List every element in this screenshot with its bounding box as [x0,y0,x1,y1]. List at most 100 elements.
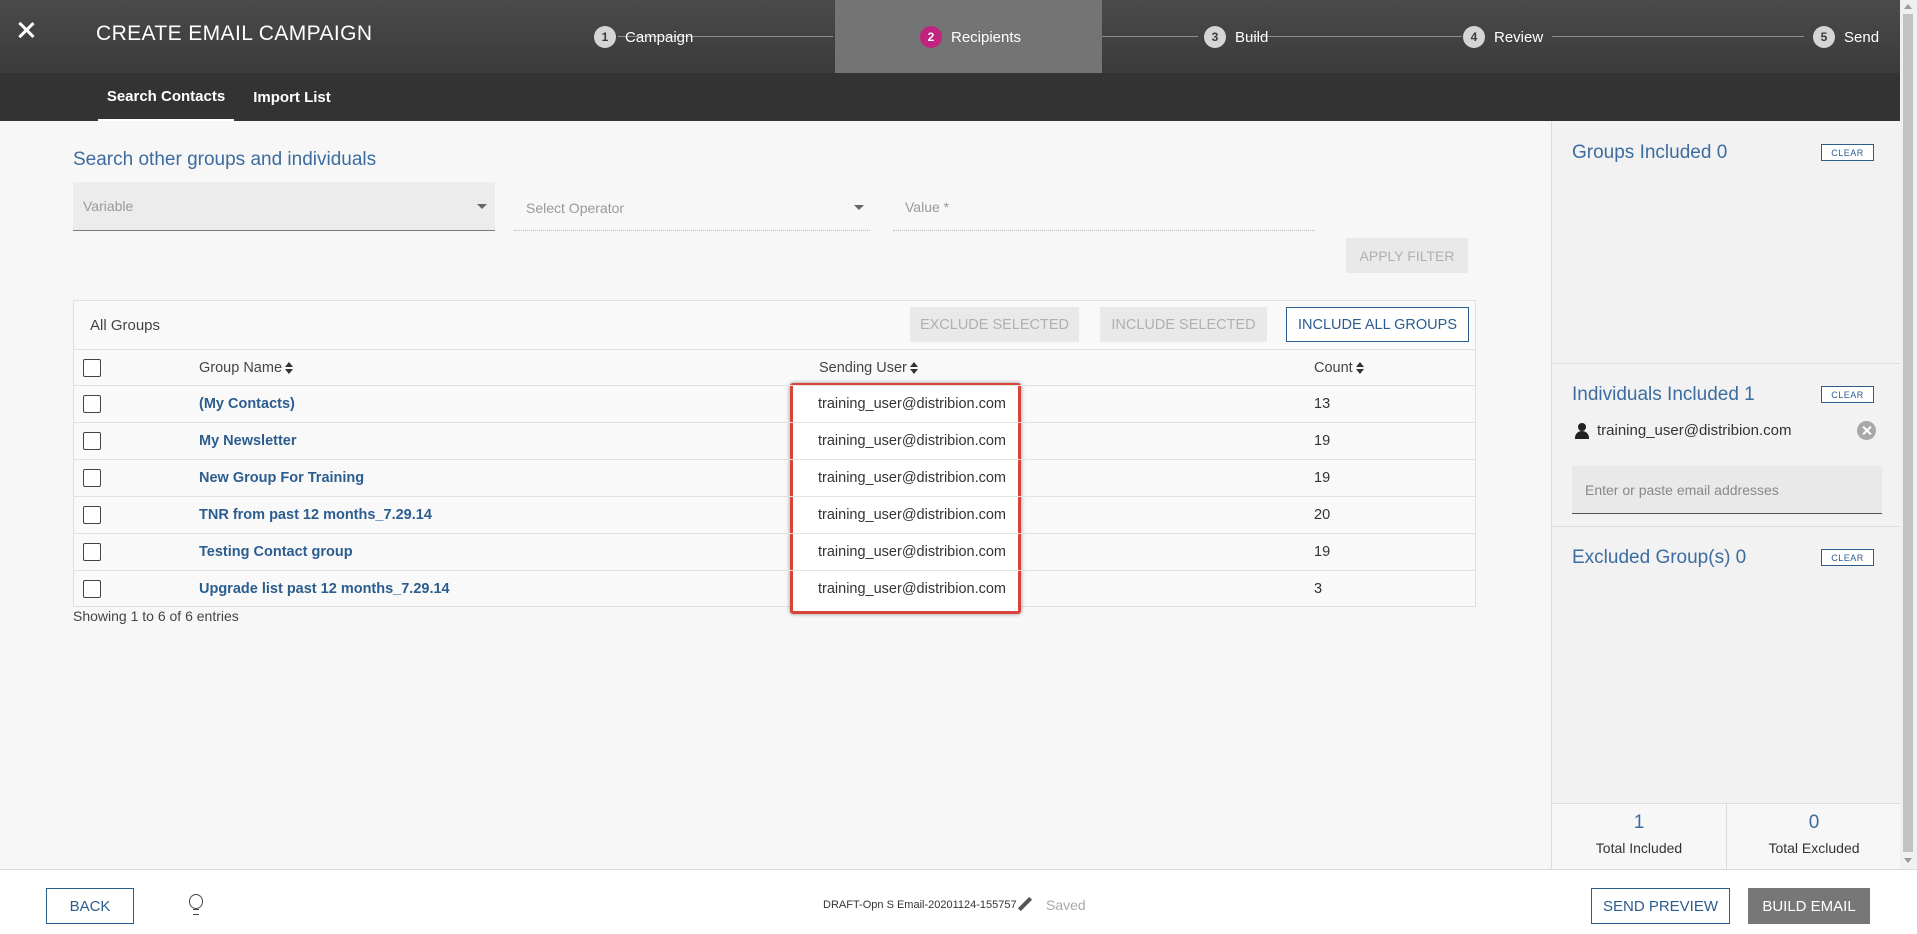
table-entries-info: Showing 1 to 6 of 6 entries [73,608,239,624]
sending-user: training_user@distribion.com [818,544,1006,560]
sending-user: training_user@distribion.com [818,470,1006,486]
sending-user: training_user@distribion.com [818,433,1006,449]
group-count: 20 [1314,507,1331,523]
top-header: CREATE EMAIL CAMPAIGN 1 Campaign 2 Recip… [0,0,1900,73]
scroll-down-icon[interactable] [1904,858,1912,863]
step-label: Build [1235,28,1269,46]
clear-excluded-button[interactable]: CLEAR [1821,549,1874,566]
table-row: Upgrade list past 12 months_7.29.14 trai… [74,570,1475,607]
table-row: My Newsletter training_user@distribion.c… [74,422,1475,459]
include-selected-button[interactable]: INCLUDE SELECTED [1100,307,1267,342]
variable-select[interactable]: Variable [73,182,495,231]
recipients-summary-panel: Groups Included 0 CLEAR Individuals Incl… [1551,121,1901,870]
sending-user: training_user@distribion.com [818,507,1006,523]
vertical-scrollbar[interactable] [1900,0,1917,869]
person-icon [1575,423,1589,439]
group-name-link[interactable]: My Newsletter [199,433,297,449]
divider [1552,526,1901,527]
table-row: TNR from past 12 months_7.29.14 training… [74,496,1475,533]
step-number: 1 [594,26,616,48]
row-checkbox[interactable] [83,543,101,561]
total-excluded-label: Total Excluded [1768,840,1860,856]
page-title: CREATE EMAIL CAMPAIGN [96,22,373,45]
back-button[interactable]: BACK [46,888,134,924]
value-input[interactable] [893,184,1315,231]
sort-icon [1355,362,1364,375]
step-campaign[interactable]: 1 Campaign [594,26,693,48]
tab-search-contacts[interactable]: Search Contacts [98,73,234,121]
apply-filter-button[interactable]: APPLY FILTER [1346,238,1468,273]
total-excluded-value: 0 [1808,812,1820,833]
row-checkbox[interactable] [83,580,101,598]
column-header-group-name[interactable]: Group Name [199,360,294,376]
row-checkbox[interactable] [83,469,101,487]
footer-bar: BACK DRAFT-Opn S Email-20201124-155757 S… [0,869,1917,934]
row-checkbox[interactable] [83,432,101,450]
step-label: Review [1494,28,1544,46]
excluded-groups-title: Excluded Group(s) 0 [1572,547,1747,568]
include-all-groups-button[interactable]: INCLUDE ALL GROUPS [1286,307,1469,342]
groups-table-title: All Groups [90,317,161,334]
groups-included-title: Groups Included 0 [1572,142,1728,163]
group-name-link[interactable]: (My Contacts) [199,396,295,412]
chevron-down-icon [854,205,864,210]
operator-select[interactable]: Select Operator [514,184,870,231]
row-checkbox[interactable] [83,506,101,524]
total-included-value: 1 [1633,812,1645,833]
group-count: 13 [1314,396,1331,412]
draft-name: DRAFT-Opn S Email-20201124-155757 [823,899,1017,911]
divider [1552,363,1901,364]
clear-individuals-button[interactable]: CLEAR [1821,386,1874,403]
clear-groups-button[interactable]: CLEAR [1821,144,1874,161]
column-label: Count [1314,360,1353,376]
step-number: 2 [920,26,942,48]
step-build[interactable]: 3 Build [1204,26,1268,48]
build-email-button[interactable]: BUILD EMAIL [1748,888,1870,924]
total-included: 1 Total Included [1552,804,1726,870]
tab-import-list[interactable]: Import List [250,73,334,121]
scroll-thumb[interactable] [1903,14,1913,852]
exclude-selected-button[interactable]: EXCLUDE SELECTED [910,307,1079,342]
lightbulb-icon[interactable] [188,894,204,916]
step-number: 5 [1813,26,1835,48]
search-section-title: Search other groups and individuals [73,149,377,170]
close-icon[interactable] [14,18,38,42]
step-number: 3 [1204,26,1226,48]
email-addresses-input[interactable] [1572,466,1882,514]
step-send[interactable]: 5 Send [1813,26,1879,48]
step-label: Campaign [625,28,694,46]
group-name-link[interactable]: TNR from past 12 months_7.29.14 [199,507,432,523]
sending-user: training_user@distribion.com [818,581,1006,597]
column-header-sending-user[interactable]: Sending User [819,360,918,376]
operator-placeholder: Select Operator [526,200,625,216]
step-recipients[interactable]: 2 Recipients [920,26,1021,48]
sort-icon [285,362,294,375]
individuals-included-title: Individuals Included 1 [1572,384,1755,405]
group-count: 19 [1314,433,1331,449]
saved-status: Saved [1046,897,1086,913]
step-review[interactable]: 4 Review [1463,26,1543,48]
table-row: (My Contacts) training_user@distribion.c… [74,385,1475,422]
row-checkbox[interactable] [83,395,101,413]
variable-placeholder: Variable [83,198,134,214]
step-label: Recipients [951,28,1022,46]
remove-icon[interactable] [1857,421,1876,440]
group-name-link[interactable]: Upgrade list past 12 months_7.29.14 [199,581,450,597]
group-name-link[interactable]: Testing Contact group [199,544,353,560]
table-header-row: Group Name Sending User Count [74,349,1475,386]
step-number: 4 [1463,26,1485,48]
column-header-count[interactable]: Count [1314,360,1364,376]
column-label: Group Name [199,360,283,376]
sending-user: training_user@distribion.com [818,396,1006,412]
pencil-icon[interactable] [1016,896,1034,914]
individual-email: training_user@distribion.com [1597,422,1792,439]
step-connector [1552,36,1804,37]
totals-summary: 1 Total Included 0 Total Excluded [1552,803,1901,870]
scroll-up-icon[interactable] [1904,4,1912,9]
group-name-link[interactable]: New Group For Training [199,470,364,486]
sub-navigation: Search Contacts Import List [0,73,1900,121]
group-count: 19 [1314,470,1331,486]
chevron-down-icon [477,204,487,209]
select-all-checkbox[interactable] [83,359,101,377]
send-preview-button[interactable]: SEND PREVIEW [1591,888,1730,924]
